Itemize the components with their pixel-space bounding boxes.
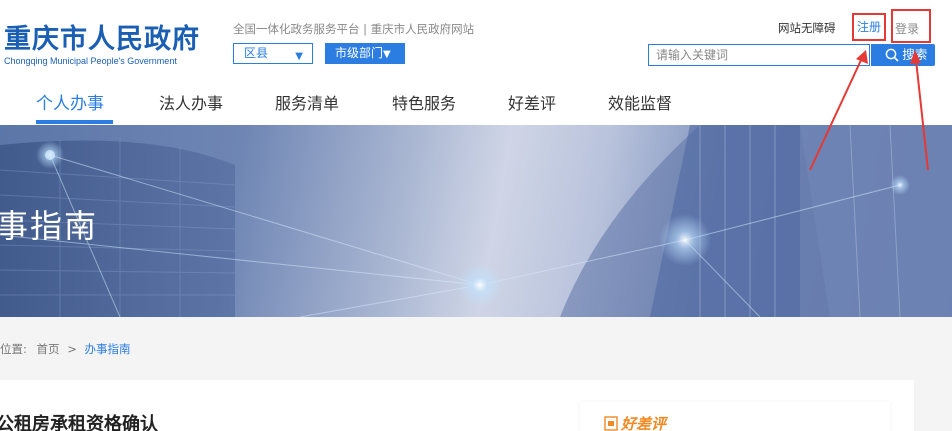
search-icon bbox=[885, 48, 899, 62]
rating-card-title[interactable]: 好差评 bbox=[604, 413, 666, 431]
nav-item-featured-services[interactable]: 特色服务 bbox=[392, 90, 456, 114]
department-select-label: 市级部门 bbox=[335, 46, 384, 60]
nav-item-legal-person[interactable]: 法人办事 bbox=[159, 90, 223, 114]
nav-item-service-list[interactable]: 服务清单 bbox=[275, 90, 339, 114]
nav-item-rating[interactable]: 好差评 bbox=[508, 90, 556, 114]
platform-links[interactable]: 全国一体化政务服务平台 | 重庆市人民政府网站 bbox=[233, 21, 474, 37]
county-select-label: 区县 bbox=[244, 46, 269, 60]
main-nav: 个人办事 法人办事 服务清单 特色服务 好差评 效能监督 bbox=[0, 86, 952, 125]
breadcrumb-home[interactable]: 首页 bbox=[37, 342, 60, 356]
login-link[interactable]: 登录 bbox=[891, 9, 931, 43]
breadcrumb-prefix: 位置: bbox=[0, 342, 27, 356]
rating-card-title-label: 好差评 bbox=[621, 415, 667, 431]
banner-title: 事指南 bbox=[0, 207, 99, 245]
accessibility-link[interactable]: 网站无障碍 bbox=[778, 20, 836, 36]
department-select[interactable]: 市级部门▼ bbox=[325, 43, 405, 64]
nav-item-supervision[interactable]: 效能监督 bbox=[608, 90, 672, 114]
nav-item-personal[interactable]: 个人办事 bbox=[36, 89, 104, 114]
nav-active-indicator bbox=[36, 120, 113, 124]
caret-down-icon: ▼ bbox=[383, 49, 391, 60]
caret-down-icon: ▼ bbox=[295, 51, 303, 62]
register-link[interactable]: 注册 bbox=[852, 13, 886, 41]
site-logo-subtitle: Chongqing Municipal People's Government bbox=[4, 56, 177, 66]
search-button-label: 搜索 bbox=[902, 48, 928, 62]
breadcrumb: 位置: 首页 > 办事指南 bbox=[0, 341, 130, 357]
item-title: 公租房承租资格确认 bbox=[0, 414, 158, 431]
page: 重庆市人民政府 Chongqing Municipal People's Gov… bbox=[0, 0, 952, 431]
banner: 事指南 bbox=[0, 125, 952, 317]
breadcrumb-current[interactable]: 办事指南 bbox=[84, 342, 130, 356]
search-button[interactable]: 搜索 bbox=[871, 44, 935, 66]
rating-icon bbox=[604, 416, 618, 431]
banner-background-art bbox=[0, 125, 952, 317]
search-input[interactable] bbox=[648, 44, 870, 66]
site-logo-title[interactable]: 重庆市人民政府 bbox=[4, 17, 200, 56]
breadcrumb-separator: > bbox=[67, 342, 77, 356]
site-header: 重庆市人民政府 Chongqing Municipal People's Gov… bbox=[0, 0, 952, 125]
county-select[interactable]: 区县 ▼ bbox=[233, 43, 313, 64]
